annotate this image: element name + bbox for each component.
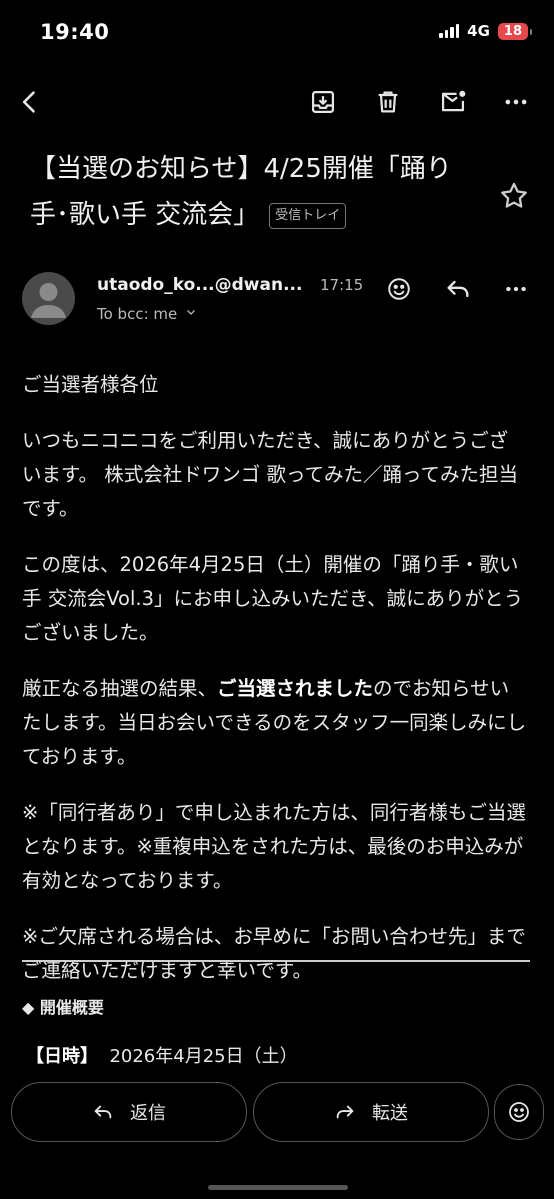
body-bold-text: ご当選されました [217,677,374,700]
subject-text: 【当選のお知らせ】4/25開催「踊り手･歌い手 交流会」 [30,154,452,230]
body-paragraph: ※ご欠席される場合は、お早めに「お問い合わせ先」までご連絡いただけますと幸いです… [22,925,526,982]
chevron-down-icon [187,310,195,315]
body-text-segment: 厳正なる抽選の結果、 [22,677,218,700]
smiley-icon [509,1102,529,1122]
body-paragraph: ※「同行者あり」で申し込まれた方は、同行者様もご当選となります。※重複申込をされ… [22,801,526,892]
body-divider [22,960,530,962]
back-button[interactable] [12,84,48,120]
mark-unread-icon [441,90,466,112]
home-indicator[interactable] [208,1185,348,1190]
network-type: 4G [467,22,490,40]
signal-icon [439,24,460,38]
sender-name[interactable]: utaodo_ko...@dwan... [97,275,302,295]
more-button[interactable] [498,84,534,120]
emoji-react-button[interactable] [382,272,416,306]
body-paragraph: この度は、2026年4月25日（土）開催の「踊り手・歌い手 交流会Vol.3」に… [22,553,524,644]
reply-icon-button[interactable] [441,272,475,306]
more-horizontal-icon [505,99,527,105]
forward-icon [336,1105,354,1119]
event-date: 【日時】 2026年4月25日（土） [26,1042,298,1068]
reply-icon [94,1105,112,1119]
recipient-text: To bcc: me [97,305,178,323]
email-time: 17:15 [320,276,364,294]
chevron-left-icon [22,91,35,113]
inbox-label-chip[interactable]: 受信トレイ [269,203,347,229]
reply-button[interactable]: 返信 [11,1082,247,1142]
reply-label: 返信 [130,1103,166,1124]
date-label: 【日時】 [26,1046,98,1067]
message-more-button[interactable] [499,272,533,306]
sender-avatar[interactable] [22,272,75,325]
star-icon [501,182,527,208]
archive-icon [311,90,335,114]
body-paragraph: ご当選者様各位 [22,373,159,396]
email-subject: 【当選のお知らせ】4/25開催「踊り手･歌い手 交流会」 受信トレイ [30,146,480,238]
status-indicators: 4G 18 [439,22,533,40]
status-time: 19:40 [40,20,110,44]
battery-level: 18 [497,22,533,40]
forward-label: 転送 [372,1103,408,1124]
more-horizontal-icon [506,286,526,292]
body-paragraph: 厳正なる抽選の結果、ご当選されましたのでお知らせいたします。当日お会いできるのを… [22,672,527,774]
archive-button[interactable] [305,84,341,120]
forward-button[interactable]: 転送 [253,1082,489,1142]
star-button[interactable] [498,180,530,212]
delete-button[interactable] [370,84,406,120]
trash-icon [378,91,398,113]
recipient-details[interactable]: To bcc: me [97,305,197,323]
emoji-reaction-button[interactable] [494,1084,544,1140]
date-value: 2026年4月25日（土） [109,1046,298,1067]
reply-icon [447,280,469,298]
smiley-icon [388,278,410,300]
section-heading: ◆ 開催概要 [22,998,104,1017]
body-paragraph: いつもニコニコをご利用いただき、誠にありがとうございます。 株式会社ドワンゴ 歌… [22,429,518,520]
email-body: ご当選者様各位 いつもニコニコをご利用いただき、誠にありがとうございます。 株式… [22,368,527,1010]
mark-unread-button[interactable] [435,84,471,120]
person-icon [31,283,66,318]
